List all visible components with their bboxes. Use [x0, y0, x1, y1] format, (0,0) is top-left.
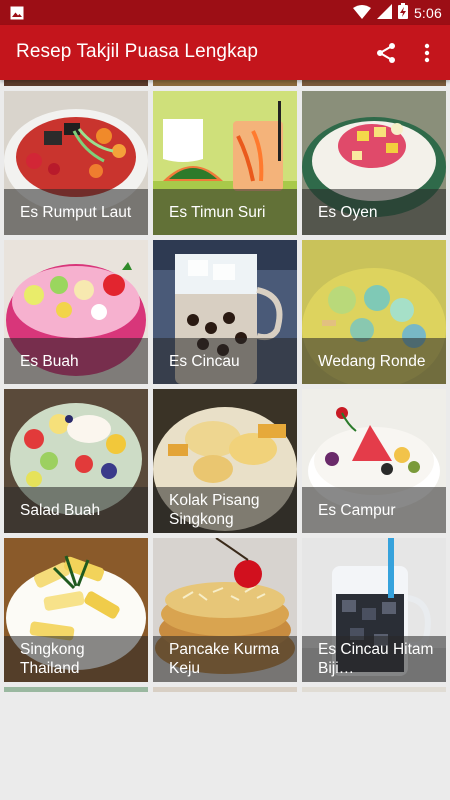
recipe-name: Es Oyen [318, 203, 378, 221]
recipe-tile[interactable]: Salad Buah [4, 389, 148, 533]
recipe-tile[interactable]: Singkong Thailand [4, 538, 148, 682]
recipe-caption: Salad Buah [4, 487, 148, 533]
share-button[interactable] [374, 41, 398, 65]
recipe-name: Salad Buah [20, 501, 101, 519]
recipe-name: Es Rumput Laut [20, 203, 132, 221]
recipe-caption: Pancake Kurma Keju [153, 636, 297, 682]
wifi-icon [352, 4, 371, 23]
recipe-name: Es Campur [318, 501, 396, 519]
image-notification-icon [10, 5, 24, 24]
recipe-name: Kolak Pisang Singkong [169, 492, 260, 528]
app-bar: Resep Takjil Puasa Lengkap [0, 25, 450, 80]
recipe-tile[interactable]: Es Timun Suri [153, 91, 297, 235]
recipe-caption: Es Oyen [302, 189, 446, 235]
signal-icon [376, 3, 392, 23]
recipe-name: Es Cincau [169, 352, 240, 370]
partial-tile-bottom[interactable] [302, 687, 446, 692]
recipe-name: Es Buah [20, 352, 79, 370]
recipe-tile[interactable]: Es Oyen [302, 91, 446, 235]
recipe-caption: Es Cincau Hitam Biji… [302, 636, 446, 682]
recipe-name: Singkong Thailand [20, 641, 85, 677]
recipe-caption: Es Buah [4, 338, 148, 384]
recipe-caption: Singkong Thailand [4, 636, 148, 682]
recipe-tile[interactable]: Kolak Pisang Singkong [153, 389, 297, 533]
partial-tile-top[interactable] [302, 80, 446, 86]
share-icon [377, 43, 395, 63]
recipe-tile[interactable]: Es Cincau Hitam Biji… [302, 538, 446, 682]
recipe-caption: Es Cincau [153, 338, 297, 384]
overflow-menu-icon [424, 43, 430, 63]
partial-tile-top[interactable] [4, 80, 148, 86]
partial-tile-bottom[interactable] [153, 687, 297, 692]
recipe-caption: Es Timun Suri [153, 189, 297, 235]
recipe-name: Es Timun Suri [169, 203, 266, 221]
battery-charging-icon [397, 3, 408, 23]
partial-tile-bottom[interactable] [4, 687, 148, 692]
recipe-caption: Es Campur [302, 487, 446, 533]
recipe-caption: Es Rumput Laut [4, 189, 148, 235]
recipe-tile[interactable]: Es Rumput Laut [4, 91, 148, 235]
recipe-tile[interactable]: Es Buah [4, 240, 148, 384]
app-title: Resep Takjil Puasa Lengkap [16, 41, 259, 62]
recipe-tile[interactable]: Es Cincau [153, 240, 297, 384]
recipe-name: Pancake Kurma Keju [169, 641, 280, 677]
recipe-caption: Wedang Ronde [302, 338, 446, 384]
partial-tile-top[interactable] [153, 80, 297, 86]
recipe-grid[interactable]: Es Rumput Laut Es Timun Suri Es Oyen Es … [0, 80, 450, 692]
status-bar: 5:06 [0, 0, 450, 25]
recipe-name: Wedang Ronde [318, 352, 426, 370]
status-time: 5:06 [413, 5, 442, 21]
overflow-menu-button[interactable] [417, 41, 437, 65]
recipe-tile[interactable]: Es Campur [302, 389, 446, 533]
recipe-caption: Kolak Pisang Singkong [153, 487, 297, 533]
recipe-tile[interactable]: Pancake Kurma Keju [153, 538, 297, 682]
recipe-name: Es Cincau Hitam Biji… [318, 641, 434, 677]
recipe-tile[interactable]: Wedang Ronde [302, 240, 446, 384]
